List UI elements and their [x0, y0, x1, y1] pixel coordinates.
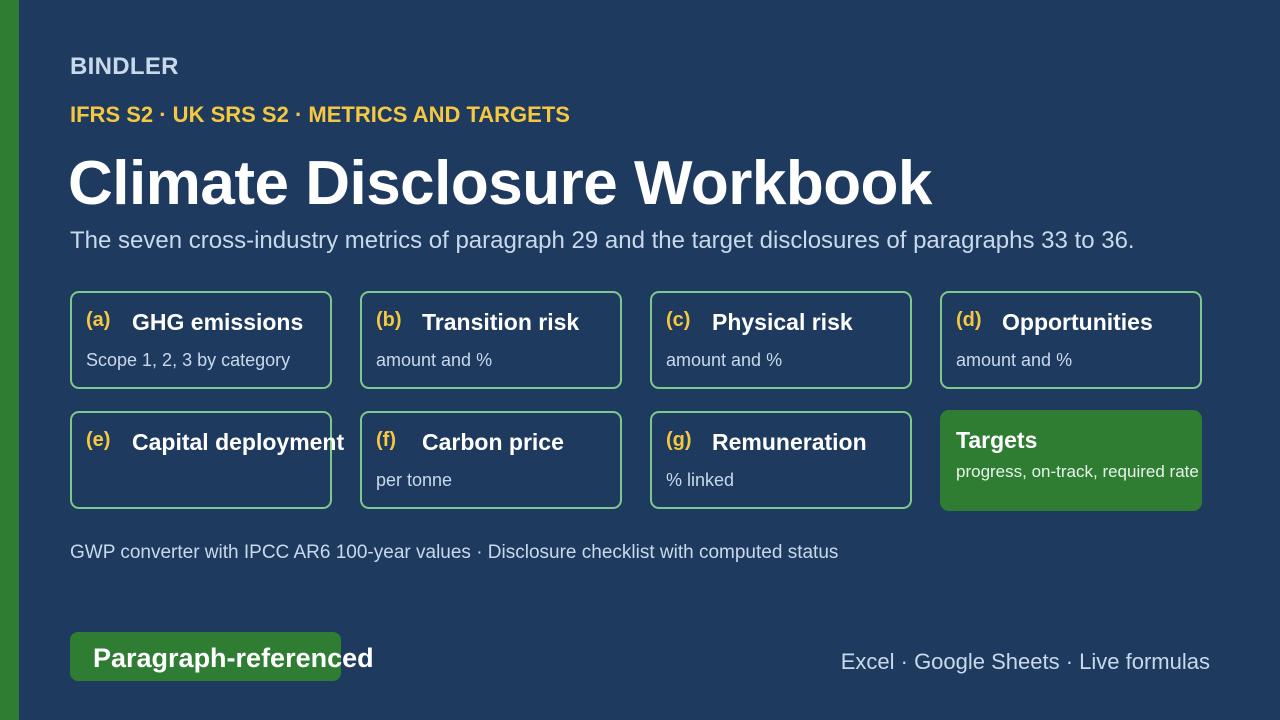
platforms-footer: Excel · Google Sheets · Live formulas: [840, 649, 1210, 674]
targets-card: Targets progress, on-track, required rat…: [940, 410, 1202, 511]
metric-description: amount and %: [666, 350, 783, 370]
metric-letter: (g): [666, 429, 692, 451]
targets-description: progress, on-track, required rate: [956, 462, 1199, 481]
metric-card-physical-risk: (c) Physical risk amount and %: [650, 291, 912, 389]
metric-name: Transition risk: [422, 309, 580, 335]
metric-card-ghg-emissions: (a) GHG emissions Scope 1, 2, 3 by categ…: [70, 291, 332, 389]
metric-name: Opportunities: [1002, 309, 1153, 335]
metric-card-opportunities: (d) Opportunities amount and %: [940, 291, 1202, 389]
metric-letter: (f): [376, 429, 396, 451]
metric-name: Capital deployment: [132, 429, 345, 455]
metric-letter: (c): [666, 309, 691, 331]
metric-letter: (a): [86, 309, 111, 331]
left-accent-bar: [0, 0, 19, 720]
metric-card-capital-deployment: (e) Capital deployment: [70, 411, 344, 509]
targets-name: Targets: [956, 427, 1038, 453]
metric-description: Scope 1, 2, 3 by category: [86, 350, 291, 370]
metric-name: Physical risk: [712, 309, 853, 335]
metric-card-remuneration: (g) Remuneration % linked: [650, 411, 912, 509]
metric-letter: (e): [86, 429, 111, 451]
metric-description: amount and %: [956, 350, 1073, 370]
page-subtitle: The seven cross-industry metrics of para…: [70, 227, 1135, 254]
paragraph-referenced-label: Paragraph-referenced: [93, 643, 374, 673]
metric-description: amount and %: [376, 350, 493, 370]
metric-name: GHG emissions: [132, 309, 304, 335]
metric-letter: (b): [376, 309, 402, 331]
metric-name: Remuneration: [712, 429, 867, 455]
metric-letter: (d): [956, 309, 982, 331]
metric-card-transition-risk: (b) Transition risk amount and %: [360, 291, 622, 389]
standards-kicker: IFRS S2 · UK SRS S2 · METRICS AND TARGET…: [70, 102, 570, 127]
features-note: GWP converter with IPCC AR6 100-year val…: [70, 542, 839, 563]
metric-card-carbon-price: (f) Carbon price per tonne: [360, 411, 622, 509]
metric-name: Carbon price: [422, 429, 564, 455]
brand-name: BINDLER: [70, 53, 179, 80]
metric-description: % linked: [666, 470, 735, 490]
metric-description: per tonne: [376, 470, 453, 490]
page-title: Climate Disclosure Workbook: [68, 149, 932, 218]
